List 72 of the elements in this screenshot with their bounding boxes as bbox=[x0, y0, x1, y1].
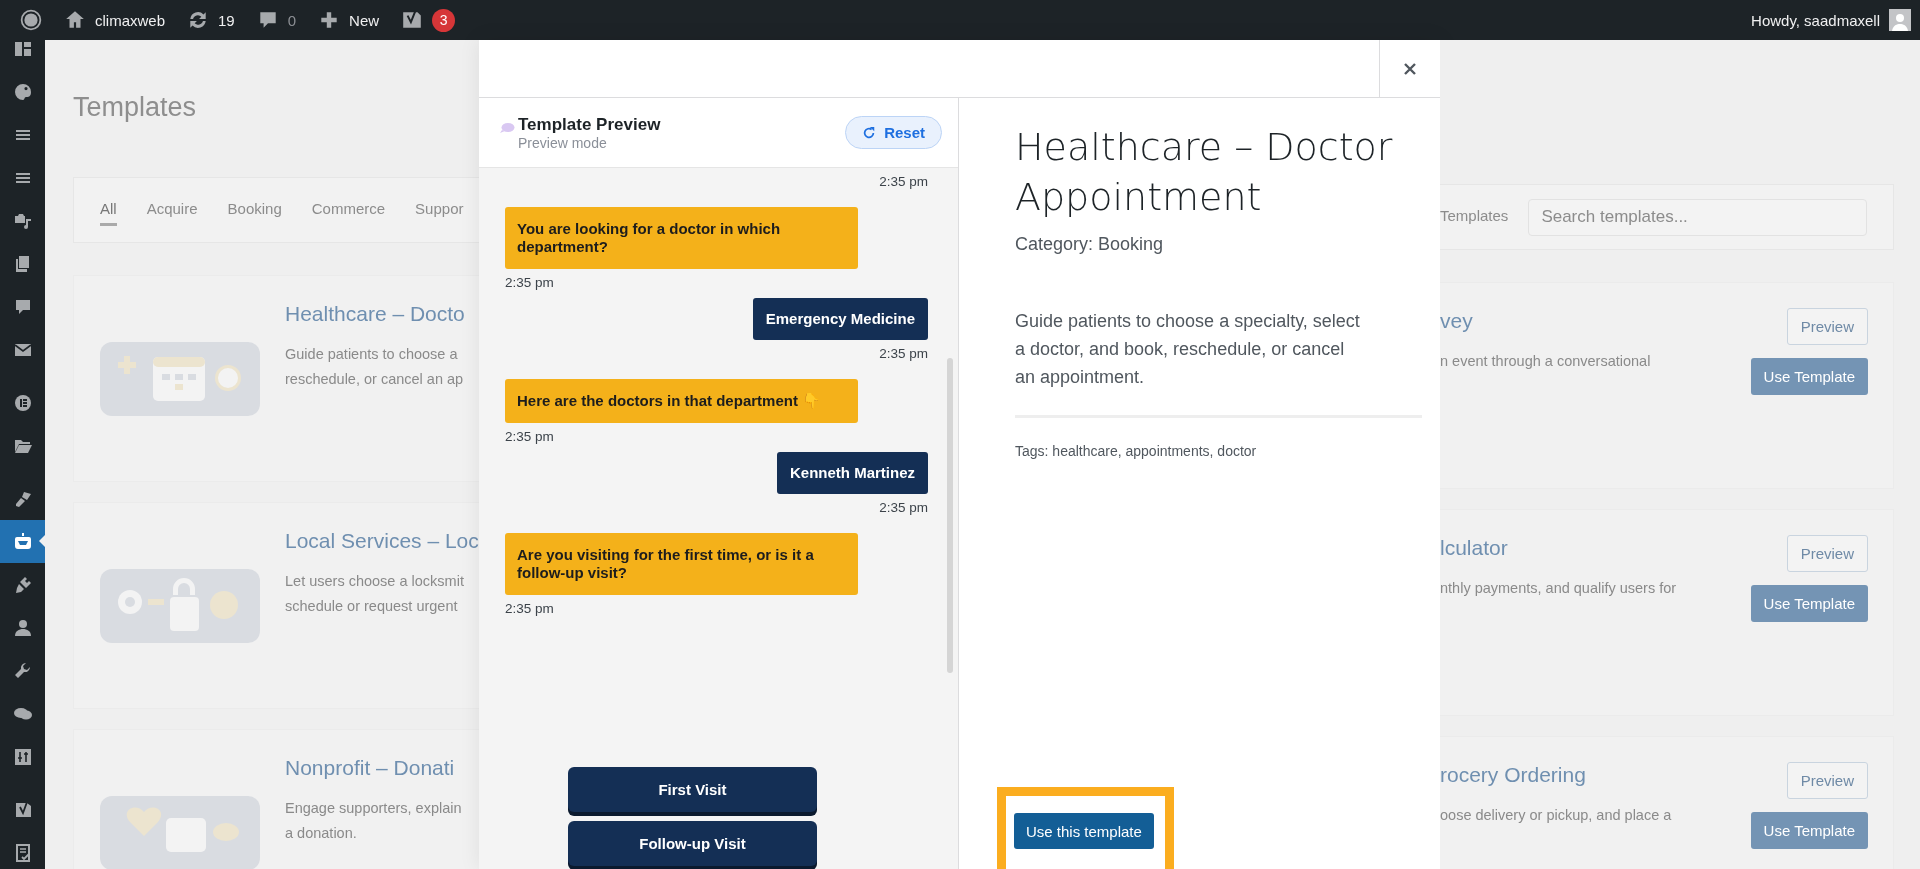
template-title[interactable]: Local Services – Loc bbox=[285, 529, 479, 553]
page-title: Templates bbox=[73, 92, 198, 123]
user-message: Kenneth Martinez bbox=[777, 452, 928, 494]
scrollbar[interactable] bbox=[947, 358, 953, 673]
site-name: climaxweb bbox=[95, 11, 166, 29]
message-time: 2:35 pm bbox=[879, 346, 928, 361]
message-time: 2:35 pm bbox=[505, 275, 554, 290]
use-template-button[interactable]: Use Template bbox=[1750, 585, 1868, 622]
speech-bubble-icon bbox=[499, 121, 515, 134]
preview-title: Template Preview bbox=[518, 114, 662, 135]
message-time: 2:35 pm bbox=[879, 500, 928, 515]
new-link[interactable]: New bbox=[318, 9, 380, 31]
comments-count: 0 bbox=[287, 11, 297, 29]
template-title[interactable]: vey bbox=[1440, 309, 1751, 333]
template-title: Healthcare – Doctor Appointment bbox=[1015, 124, 1394, 221]
sliders-icon bbox=[12, 746, 33, 767]
circle-bars-icon bbox=[12, 392, 33, 413]
site-link[interactable]: climaxweb bbox=[64, 9, 166, 31]
refresh-icon bbox=[862, 125, 877, 140]
user-icon bbox=[12, 617, 33, 638]
palette-icon bbox=[12, 81, 33, 102]
quick-reply-button[interactable]: Follow-up Visit bbox=[568, 821, 817, 866]
template-description: n event through a conversational bbox=[1440, 352, 1652, 371]
preview-button[interactable]: Preview bbox=[1786, 308, 1868, 345]
template-title[interactable]: lculator bbox=[1440, 536, 1751, 560]
close-icon bbox=[1403, 61, 1417, 76]
account-link[interactable]: Howdy, saadmaxell bbox=[1751, 9, 1911, 31]
avatar-icon bbox=[1889, 9, 1911, 31]
message-time: 2:35 pm bbox=[879, 174, 928, 189]
filter-tab[interactable]: Booking bbox=[227, 194, 282, 226]
home-icon bbox=[64, 9, 86, 31]
use-template-button[interactable]: Use this template bbox=[1014, 813, 1154, 849]
use-template-button[interactable]: Use Template bbox=[1750, 358, 1868, 395]
bot-message: You are looking for a doctor in which department? bbox=[505, 207, 858, 269]
robot-icon bbox=[12, 531, 33, 552]
message-time: 2:35 pm bbox=[505, 429, 554, 444]
template-description: oose delivery or pickup, and place a bbox=[1440, 806, 1673, 825]
user-message: Emergency Medicine bbox=[752, 298, 928, 340]
dashboard-icon bbox=[12, 40, 33, 59]
template-description: Guide patients to choose a specialty, select a doctor, and book, reschedule, or cancel an appointment. bbox=[1015, 310, 1360, 389]
template-title[interactable]: Nonprofit – Donati bbox=[285, 756, 462, 780]
logo-icon[interactable] bbox=[20, 9, 42, 31]
preview-button[interactable]: Preview bbox=[1786, 762, 1868, 799]
new-label: New bbox=[349, 11, 380, 29]
filter-tab[interactable]: Acquire bbox=[146, 194, 198, 226]
template-category: Category: Booking bbox=[1015, 234, 1165, 255]
search-field[interactable]: Search templates... bbox=[1528, 198, 1867, 236]
greeting: Howdy, saadmaxell bbox=[1751, 11, 1880, 29]
message-time: 2:35 pm bbox=[505, 601, 554, 616]
filter-tab[interactable]: Suppor bbox=[415, 194, 464, 226]
filter-tab[interactable]: All bbox=[100, 194, 117, 226]
template-description: nthly payments, and qualify users for bbox=[1440, 579, 1678, 598]
sidebar-item[interactable] bbox=[0, 520, 45, 563]
template-description: Engage supporters, explain a donation. bbox=[285, 799, 462, 843]
use-template-button[interactable]: Use Template bbox=[1750, 812, 1868, 849]
template-title[interactable]: rocery Ordering bbox=[1440, 763, 1751, 787]
preview-subtitle: Preview mode bbox=[518, 134, 608, 151]
updates-count: 19 bbox=[218, 11, 235, 29]
template-tags: Tags: healthcare, appointments, doctor bbox=[1015, 443, 1422, 459]
template-description: Guide patients to choose a reschedule, or cancel an ap bbox=[285, 345, 465, 389]
template-description: Let users choose a locksmit schedule or request urgent bbox=[285, 572, 465, 616]
preview-button[interactable]: Preview bbox=[1786, 535, 1868, 572]
filter-tab[interactable]: Commerce bbox=[311, 194, 386, 226]
notification-badge: 3 bbox=[432, 8, 456, 32]
filter-tab[interactable]: Templates bbox=[1440, 201, 1509, 233]
bot-message: Are you visiting for the first time, or is it a follow-up visit? bbox=[505, 533, 858, 595]
comments-link[interactable]: 0 bbox=[256, 9, 297, 31]
template-title[interactable]: Healthcare – Docto bbox=[285, 302, 465, 326]
seo-link[interactable]: 3 bbox=[401, 8, 456, 32]
updates-link[interactable]: 19 bbox=[187, 9, 235, 31]
bot-message: Here are the doctors in that department 👇 bbox=[505, 379, 858, 423]
reset-button[interactable]: Reset bbox=[845, 116, 942, 149]
